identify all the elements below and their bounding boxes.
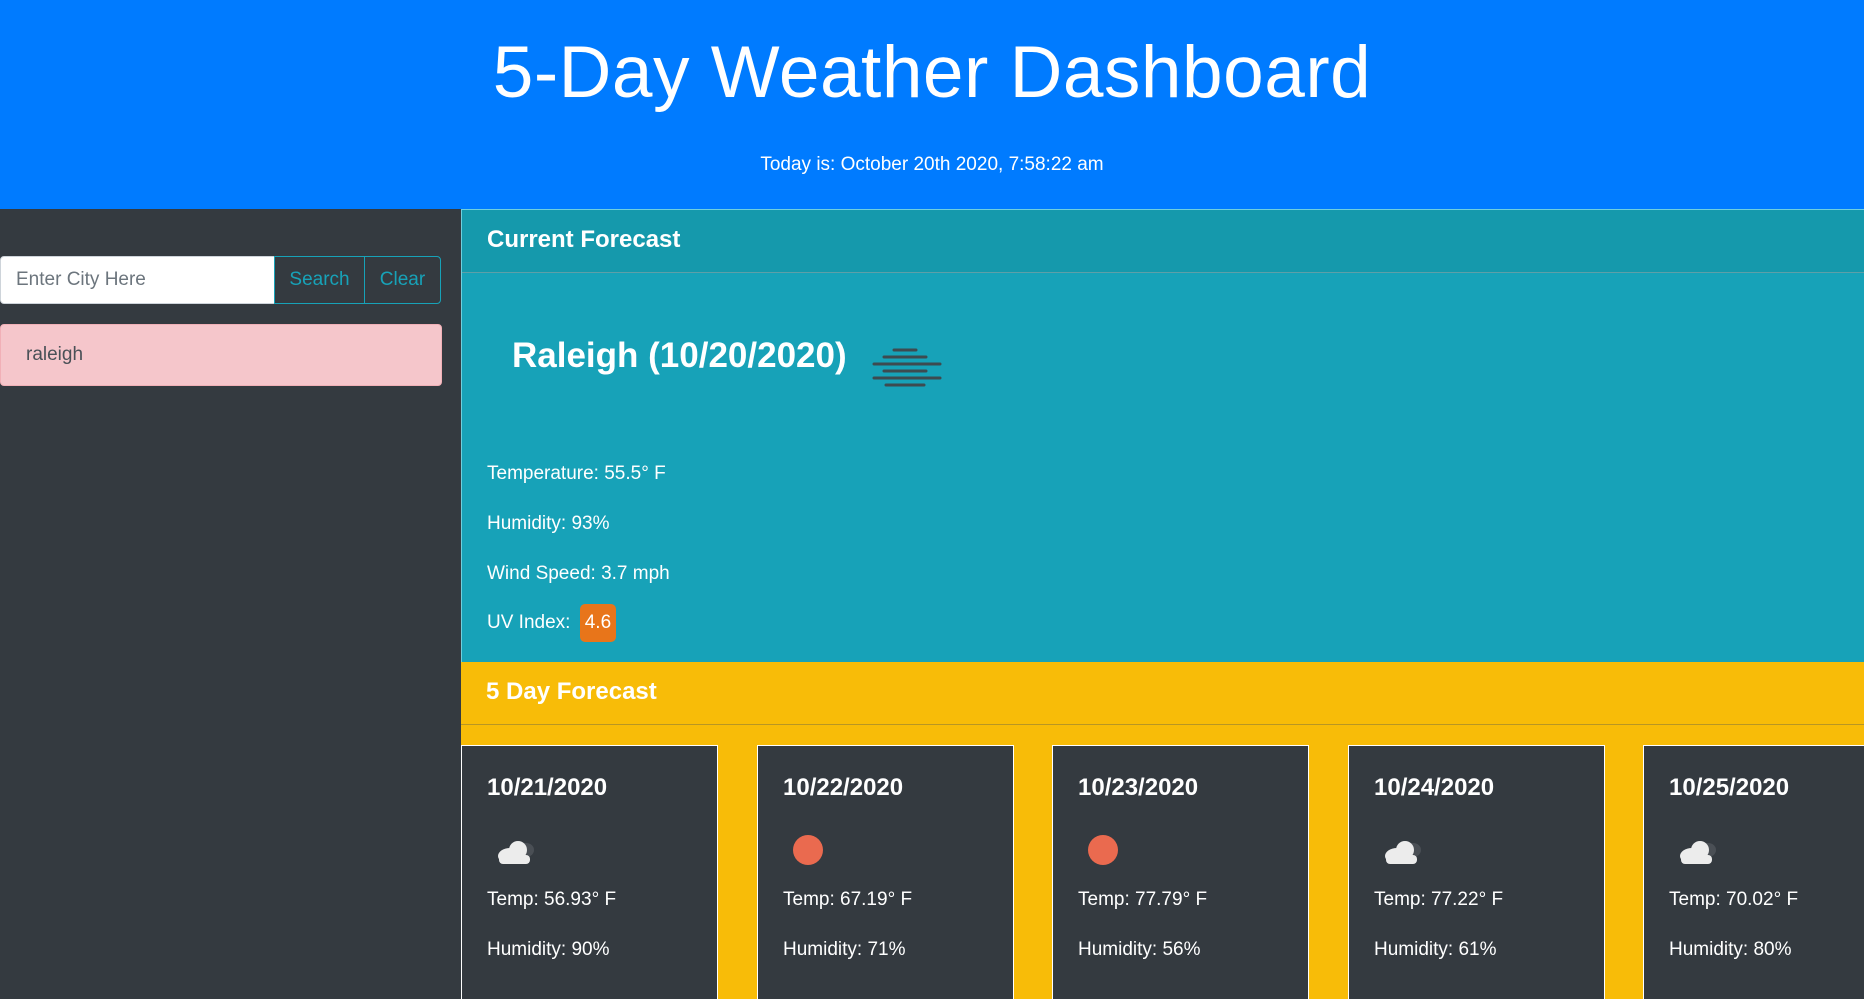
forecast-humidity: Humidity: 80% xyxy=(1669,939,1792,960)
sidebar: Search Clear raleigh xyxy=(0,209,461,999)
current-wind-speed: Wind Speed: 3.7 mph xyxy=(487,563,670,584)
current-forecast-title: Current Forecast xyxy=(487,226,681,253)
forecast-card: 10/24/2020 Temp: 77.22° F Humidity: 61% xyxy=(1348,745,1605,999)
sun-icon xyxy=(793,835,823,865)
history-item[interactable]: raleigh xyxy=(0,324,442,386)
five-day-forecast-header: 5 Day Forecast xyxy=(461,662,1864,725)
city-title: Raleigh (10/20/2020) xyxy=(512,336,847,375)
forecast-temp: Temp: 77.79° F xyxy=(1078,889,1208,910)
uv-index-badge: 4.6 xyxy=(579,604,617,642)
current-temperature: Temperature: 55.5° F xyxy=(487,463,666,484)
forecast-humidity: Humidity: 56% xyxy=(1078,939,1201,960)
forecast-card: 10/25/2020 Temp: 70.02° F Humidity: 80% xyxy=(1643,745,1864,999)
page-title: 5-Day Weather Dashboard xyxy=(492,32,1372,113)
forecast-card: 10/22/2020 Temp: 67.19° F Humidity: 71% xyxy=(757,745,1014,999)
forecast-card: 10/23/2020 Temp: 77.79° F Humidity: 56% xyxy=(1052,745,1309,999)
forecast-temp: Temp: 77.22° F xyxy=(1374,889,1504,910)
page-header: 5-Day Weather Dashboard Today is: Octobe… xyxy=(0,0,1864,209)
forecast-date: 10/24/2020 xyxy=(1374,774,1495,801)
current-uv: UV Index: 4.6 xyxy=(487,604,617,642)
current-date: Today is: October 20th 2020, 7:58:22 am xyxy=(760,154,1104,175)
forecast-humidity: Humidity: 61% xyxy=(1374,939,1497,960)
current-humidity: Humidity: 93% xyxy=(487,513,610,534)
cloud-icon xyxy=(1385,841,1421,864)
forecast-temp: Temp: 67.19° F xyxy=(783,889,913,910)
search-group: Search Clear xyxy=(0,256,442,304)
forecast-card: 10/21/2020 Temp: 56.93° F Humidity: 90% xyxy=(461,745,718,999)
uv-label: UV Index: xyxy=(487,612,571,633)
forecast-temp: Temp: 70.02° F xyxy=(1669,889,1799,910)
sun-icon xyxy=(1088,835,1118,865)
forecast-date: 10/25/2020 xyxy=(1669,774,1790,801)
forecast-date: 10/21/2020 xyxy=(487,774,608,801)
cloud-icon xyxy=(1680,841,1716,864)
current-forecast-header: Current Forecast xyxy=(462,210,1864,273)
forecast-temp: Temp: 56.93° F xyxy=(487,889,617,910)
current-forecast-panel: Current Forecast Raleigh (10/20/2020) Te… xyxy=(461,209,1864,662)
forecast-humidity: Humidity: 71% xyxy=(783,939,906,960)
clear-button[interactable]: Clear xyxy=(364,256,441,304)
forecast-date: 10/23/2020 xyxy=(1078,774,1199,801)
five-day-forecast-title: 5 Day Forecast xyxy=(486,678,657,705)
city-search-input[interactable] xyxy=(0,256,275,304)
cloud-icon xyxy=(498,841,534,864)
search-button[interactable]: Search xyxy=(274,256,365,304)
five-day-forecast-panel: 5 Day Forecast 10/21/2020 Temp: 56.93° F… xyxy=(461,662,1864,999)
forecast-humidity: Humidity: 90% xyxy=(487,939,610,960)
forecast-date: 10/22/2020 xyxy=(783,774,904,801)
mist-icon xyxy=(872,348,942,387)
